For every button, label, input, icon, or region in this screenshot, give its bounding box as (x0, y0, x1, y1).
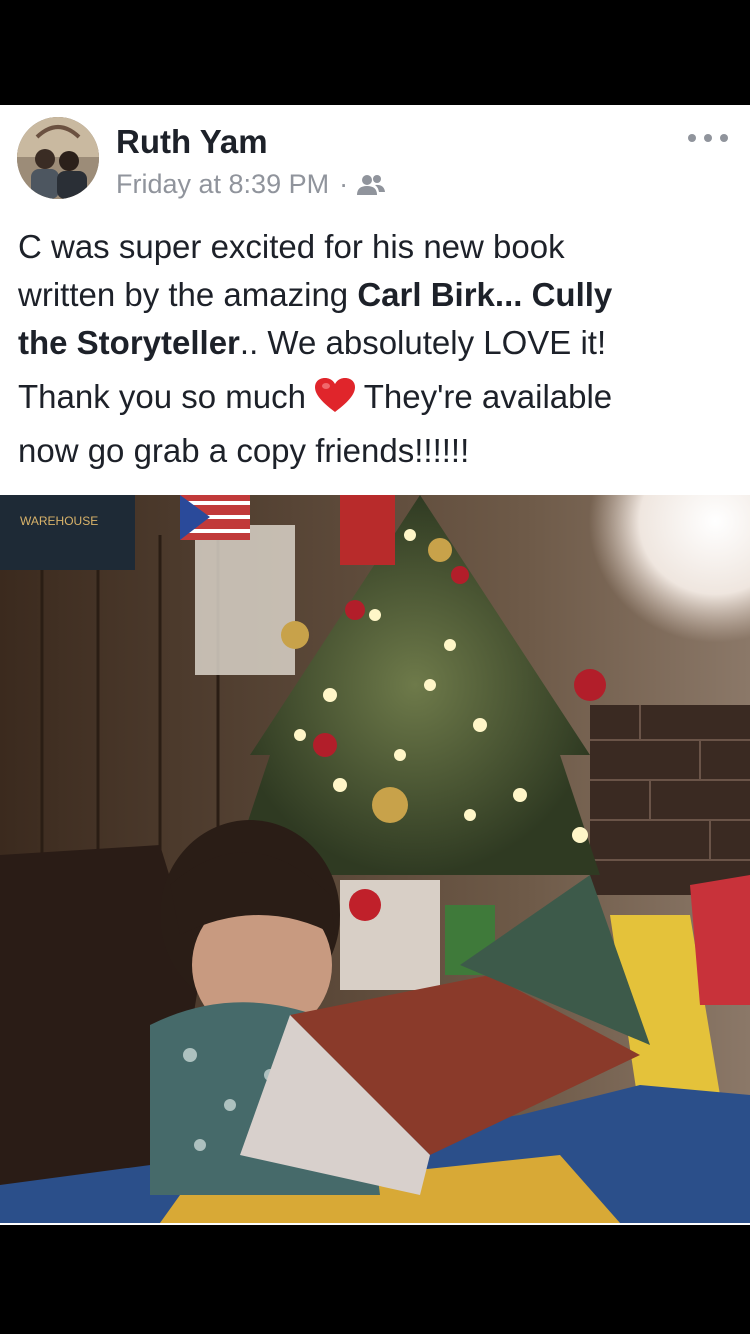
text-line: They're available (355, 378, 613, 415)
text-line: Thank you so much (18, 378, 316, 415)
more-options-button[interactable] (688, 123, 728, 153)
text-line: now go grab a copy friends!!!!!! (18, 432, 470, 469)
red-heart-icon (315, 378, 356, 427)
post-paragraph-2: Thank you so much They're available now … (18, 373, 738, 475)
post-timestamp[interactable]: Friday at 8:39 PM (116, 169, 329, 200)
friends-icon[interactable] (356, 173, 386, 197)
mention-cully-the-storyteller[interactable]: the Storyteller (18, 324, 240, 361)
text-line: .. We absolutely LOVE it! (239, 324, 607, 361)
post-photo[interactable]: WAREHOUSE (0, 495, 750, 1223)
author-name[interactable]: Ruth Yam (116, 123, 268, 161)
svg-text:WAREHOUSE: WAREHOUSE (20, 514, 98, 528)
text-line: written by the amazing (18, 276, 358, 313)
post-meta: Friday at 8:39 PM · (116, 169, 386, 200)
photo-child-reading-by-christmas-tree: WAREHOUSE (0, 495, 750, 1223)
avatar[interactable] (17, 117, 99, 199)
post-card: Ruth Yam Friday at 8:39 PM · C was super… (0, 105, 750, 1225)
more-dot (720, 134, 728, 142)
meta-separator: · (339, 169, 349, 199)
more-dot (704, 134, 712, 142)
post-text: C was super excited for his new book wri… (18, 223, 738, 475)
post-paragraph-1: C was super excited for his new book wri… (18, 223, 738, 367)
text-line: C was super excited for his new book (18, 228, 565, 265)
mention-carl-birk[interactable]: Carl Birk... Cully (357, 276, 612, 313)
more-horizontal-icon (688, 134, 696, 142)
